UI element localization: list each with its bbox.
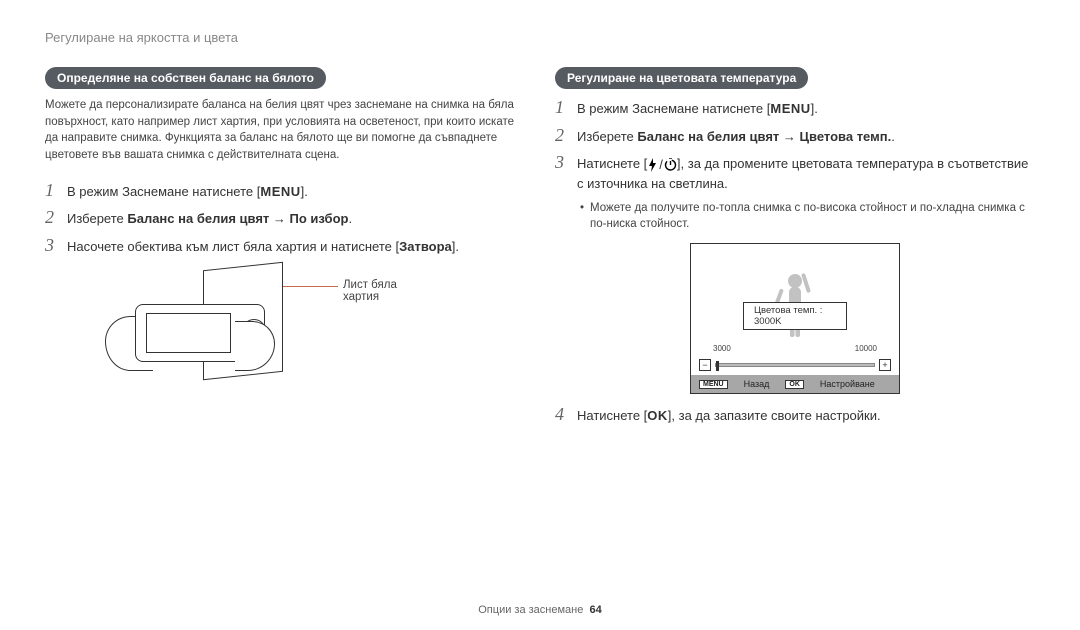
step-number: 1 xyxy=(555,97,567,118)
slider-thumb[interactable] xyxy=(716,361,719,371)
page-footer: Опции за заснемане 64 xyxy=(0,604,1080,616)
step-text: Изберете Баланс на белия цвят → По избор… xyxy=(67,209,525,229)
step1-post: ]. xyxy=(301,184,308,199)
footer-set-label: Настройване xyxy=(820,379,875,389)
left-steps: 1 В режим Заснемане натиснете [MENU]. 2 … xyxy=(45,180,525,257)
r-step4-post: ], за да запазите своите настройки. xyxy=(668,408,881,423)
step-text: В режим Заснемане натиснете [MENU]. xyxy=(577,99,1035,119)
step-number: 3 xyxy=(555,152,567,173)
footer-back-label: Назад xyxy=(744,379,770,389)
step3-pre: Насочете обектива към лист бяла хартия и… xyxy=(67,239,399,254)
step-text: Изберете Баланс на белия цвят → Цветова … xyxy=(577,127,1035,147)
r-step2-bold: Баланс на белия цвят → Цветова темп. xyxy=(637,129,891,144)
menu-chip: MENU xyxy=(699,380,728,389)
right-step-3: 3 Натиснете [ / ], за да промените цвето… xyxy=(555,152,1035,194)
r-step1-post: ]. xyxy=(811,101,818,116)
ok-button-label: OK xyxy=(647,408,668,423)
right-section-title: Регулиране на цветовата температура xyxy=(555,67,808,89)
right-step-4: 4 Натиснете [OK], за да запазите своите … xyxy=(555,404,1035,426)
step2-post: . xyxy=(348,211,352,226)
left-intro: Можете да персонализирате баланса на бел… xyxy=(45,97,525,164)
right-step-2: 2 Изберете Баланс на белия цвят → Цветов… xyxy=(555,125,1035,147)
page-header: Регулиране на яркостта и цвета xyxy=(45,30,1035,45)
right-steps: 1 В режим Заснемане натиснете [MENU]. 2 … xyxy=(555,97,1035,426)
menu-button-label: MENU xyxy=(260,184,300,199)
callout-line xyxy=(283,286,338,287)
footer-page-number: 64 xyxy=(589,604,601,616)
left-step-1: 1 В режим Заснемане натиснете [MENU]. xyxy=(45,180,525,202)
step-number: 2 xyxy=(555,125,567,146)
slider-max: 10000 xyxy=(855,344,877,353)
step3-bold: Затвора xyxy=(399,239,452,254)
ok-chip: OK xyxy=(785,380,804,389)
flash-timer-icon: / xyxy=(647,155,677,175)
r-step4-pre: Натиснете [ xyxy=(577,408,647,423)
slider-plus-button[interactable]: + xyxy=(879,359,891,371)
bullet-text: Можете да получите по-топла снимка с по-… xyxy=(590,200,1035,233)
slider-minus-button[interactable]: − xyxy=(699,359,711,371)
step-number: 4 xyxy=(555,404,567,425)
step-text: В режим Заснемане натиснете [MENU]. xyxy=(67,182,525,202)
r-step1-pre: В режим Заснемане натиснете [ xyxy=(577,101,770,116)
camera-paper-illustration: Лист бяла хартия xyxy=(105,266,405,396)
footer-section: Опции за заснемане xyxy=(478,604,583,616)
right-step-1: 1 В режим Заснемане натиснете [MENU]. xyxy=(555,97,1035,119)
slider-row: − + xyxy=(691,355,899,375)
left-step-3: 3 Насочете обектива към лист бяла хартия… xyxy=(45,235,525,257)
r-step2-pre: Изберете xyxy=(577,129,637,144)
left-step-2: 2 Изберете Баланс на белия цвят → По изб… xyxy=(45,207,525,229)
step-text: Натиснете [OK], за да запазите своите на… xyxy=(577,406,1035,426)
r-step2-post: . xyxy=(891,129,895,144)
step3-post: ]. xyxy=(452,239,459,254)
step-number: 1 xyxy=(45,180,57,201)
step-text: Натиснете [ / ], за да промените цветова… xyxy=(577,154,1035,194)
lcd-footer: MENU Назад OK Настройване xyxy=(691,375,899,393)
step2-bold: Баланс на белия цвят → По избор xyxy=(127,211,348,226)
slider-track[interactable] xyxy=(715,363,875,367)
slider-min: 3000 xyxy=(713,344,731,353)
camera-screen-icon xyxy=(146,313,231,353)
r-step3-pre: Натиснете [ xyxy=(577,156,647,171)
step-number: 3 xyxy=(45,235,57,256)
step1-pre: В режим Заснемане натиснете [ xyxy=(67,184,260,199)
right-column: Регулиране на цветовата температура 1 В … xyxy=(555,67,1035,432)
left-section-title: Определяне на собствен баланс на бялото xyxy=(45,67,326,89)
step-number: 2 xyxy=(45,207,57,228)
step2-pre: Изберете xyxy=(67,211,127,226)
temp-readout: Цветова темп. : 3000K xyxy=(743,302,847,330)
menu-button-label: MENU xyxy=(770,101,810,116)
lcd-preview-area: Цветова темп. : 3000K xyxy=(691,244,899,344)
step-text: Насочете обектива към лист бяла хартия и… xyxy=(67,237,525,257)
right-step3-bullet: Можете да получите по-топла снимка с по-… xyxy=(580,200,1035,233)
content-columns: Определяне на собствен баланс на бялото … xyxy=(45,67,1035,432)
lcd-diagram: Цветова темп. : 3000K 3000 10000 − + MEN… xyxy=(690,243,900,394)
left-column: Определяне на собствен баланс на бялото … xyxy=(45,67,525,432)
callout-label: Лист бяла хартия xyxy=(343,279,405,303)
